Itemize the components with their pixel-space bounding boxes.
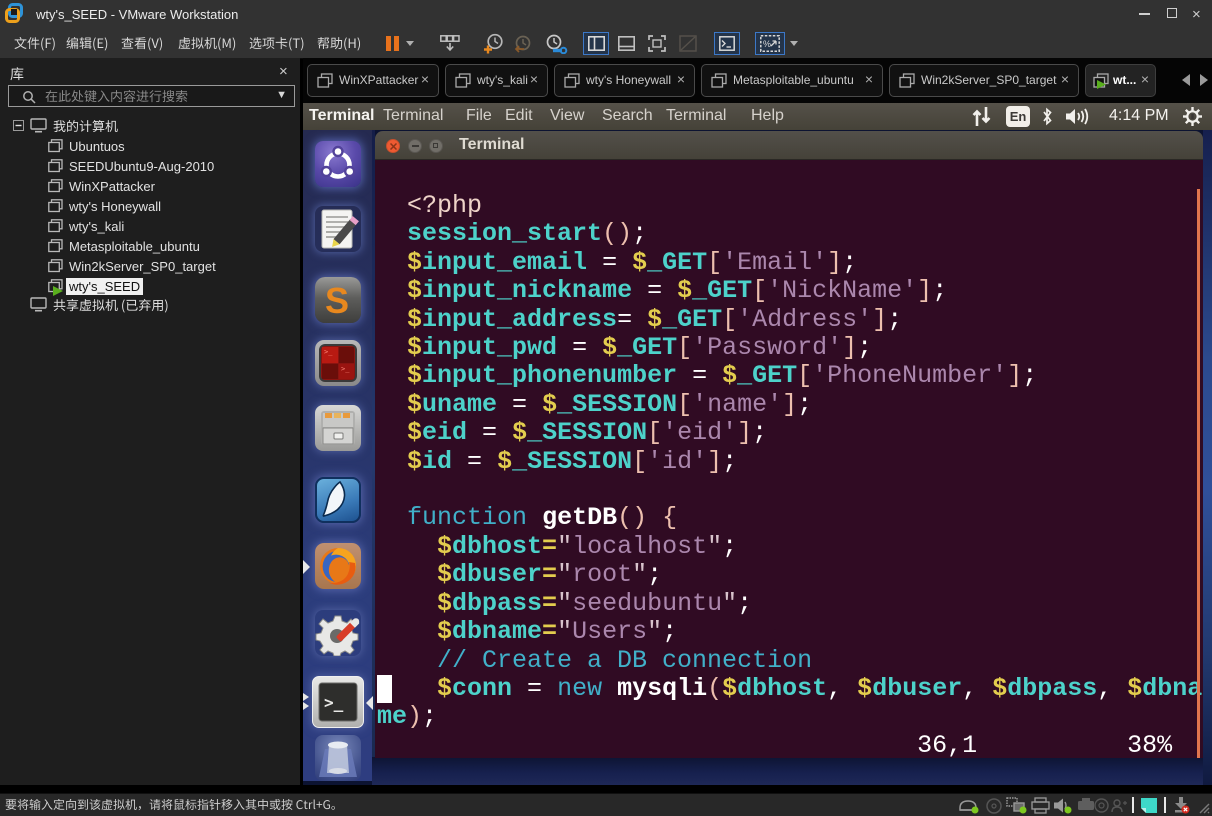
svg-text:S: S bbox=[325, 280, 349, 321]
svg-text:%: % bbox=[763, 39, 771, 49]
svg-text:>_: >_ bbox=[324, 348, 333, 356]
svg-text:>_: >_ bbox=[324, 693, 344, 712]
svg-text:>_: >_ bbox=[341, 365, 350, 373]
